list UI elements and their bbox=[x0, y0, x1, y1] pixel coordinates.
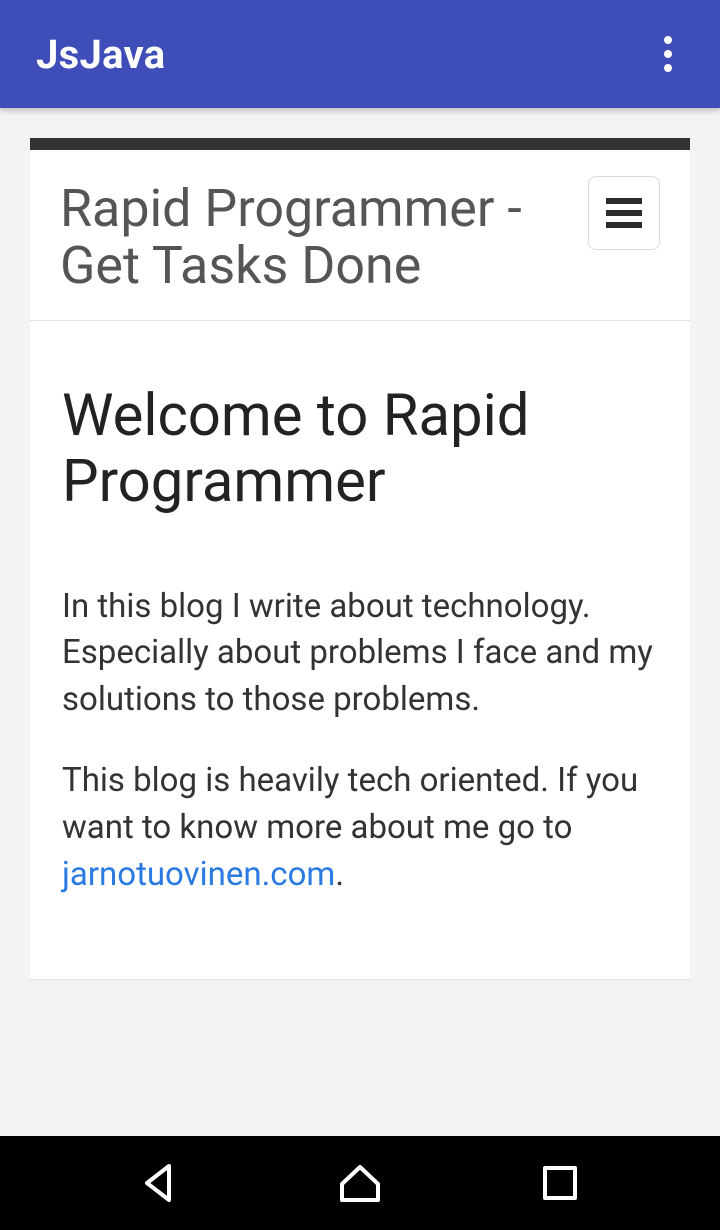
more-vert-icon bbox=[663, 35, 673, 73]
article-body: Welcome to Rapid Programmer In this blog… bbox=[30, 321, 690, 979]
hamburger-icon bbox=[606, 198, 642, 228]
overflow-menu-button[interactable] bbox=[644, 30, 692, 78]
recents-icon bbox=[542, 1165, 578, 1201]
app-title: JsJava bbox=[36, 31, 166, 78]
home-button[interactable] bbox=[300, 1153, 420, 1213]
site-title[interactable]: Rapid Programmer - Get Tasks Done bbox=[60, 172, 574, 294]
site-menu-button[interactable] bbox=[588, 176, 660, 250]
paragraph-text: This blog is heavily tech oriented. If y… bbox=[62, 761, 638, 847]
page-card: Rapid Programmer - Get Tasks Done Welcom… bbox=[30, 150, 690, 980]
recents-button[interactable] bbox=[500, 1153, 620, 1213]
paragraph-text: . bbox=[335, 855, 344, 894]
back-button[interactable] bbox=[100, 1153, 220, 1213]
system-nav-bar bbox=[0, 1136, 720, 1230]
article-paragraph: This blog is heavily tech oriented. If y… bbox=[62, 758, 658, 899]
accent-strip bbox=[30, 138, 690, 150]
home-icon bbox=[338, 1162, 382, 1204]
article-paragraph: In this blog I write about technology. E… bbox=[62, 584, 658, 725]
back-icon bbox=[139, 1162, 181, 1204]
site-header: Rapid Programmer - Get Tasks Done bbox=[30, 150, 690, 321]
webview-content[interactable]: Rapid Programmer - Get Tasks Done Welcom… bbox=[0, 108, 720, 980]
app-bar: JsJava bbox=[0, 0, 720, 108]
external-link[interactable]: jarnotuovinen.com bbox=[62, 855, 335, 894]
article-heading: Welcome to Rapid Programmer bbox=[62, 383, 658, 515]
